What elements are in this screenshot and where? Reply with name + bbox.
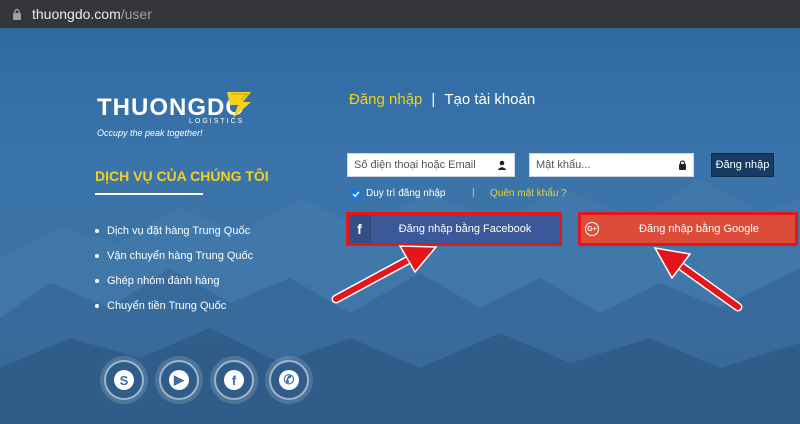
remember-forgot-divider: | xyxy=(472,187,475,198)
service-label: Dịch vụ đặt hàng Trung Quốc xyxy=(107,224,251,237)
brand-logo[interactable]: THUONGDO LOGISTICS Occupy the peak toget… xyxy=(97,88,267,138)
lock-icon xyxy=(678,159,687,171)
brand-tagline: Occupy the peak together! xyxy=(97,128,203,138)
service-label: Ghép nhóm đánh hàng xyxy=(107,274,220,287)
youtube-icon[interactable]: ▶ xyxy=(159,360,199,400)
url-path: /user xyxy=(120,6,152,22)
bullet-icon xyxy=(95,253,99,258)
bullet-icon xyxy=(95,278,99,283)
services-divider xyxy=(95,193,203,195)
remember-me[interactable]: Duy trì đăng nhập xyxy=(351,188,446,199)
service-item[interactable]: Dịch vụ đặt hàng Trung Quốc xyxy=(95,218,253,243)
password-input[interactable] xyxy=(536,159,678,171)
social-links: S ▶ f ✆ xyxy=(104,360,324,400)
lock-icon[interactable] xyxy=(10,7,24,21)
bullet-icon xyxy=(95,303,99,308)
user-icon xyxy=(496,159,508,171)
facebook-icon[interactable]: f xyxy=(214,360,254,400)
service-item[interactable]: Vận chuyển hàng Trung Quốc xyxy=(95,243,253,268)
brand-mark-icon xyxy=(227,92,251,118)
browser-address-bar[interactable]: thuongdo.com/user xyxy=(0,0,800,28)
services-title: DỊCH VỤ CỦA CHÚNG TÔI xyxy=(95,168,269,184)
password-field[interactable] xyxy=(529,153,694,177)
whatsapp-icon[interactable]: ✆ xyxy=(269,360,309,400)
facebook-icon: f xyxy=(349,215,371,243)
remember-checkbox[interactable] xyxy=(351,188,361,199)
phone-email-input[interactable] xyxy=(354,159,496,171)
service-item[interactable]: Chuyển tiền Trung Quốc xyxy=(95,293,253,318)
skype-icon[interactable]: S xyxy=(104,360,144,400)
service-label: Vận chuyển hàng Trung Quốc xyxy=(107,249,254,262)
google-login-button[interactable]: G+ Đăng nhập bằng Google xyxy=(578,212,798,246)
service-item[interactable]: Ghép nhóm đánh hàng xyxy=(95,268,253,293)
auth-tabs: Đăng nhập | Tạo tài khoản xyxy=(349,91,535,108)
tab-login[interactable]: Đăng nhập xyxy=(349,91,422,108)
google-plus-icon: G+ xyxy=(581,215,603,243)
google-login-label: Đăng nhập bằng Google xyxy=(639,223,759,235)
tab-separator: | xyxy=(431,91,436,108)
facebook-login-button[interactable]: f Đăng nhập bằng Facebook xyxy=(346,212,562,246)
tab-register[interactable]: Tạo tài khoản xyxy=(444,91,535,108)
url-text[interactable]: thuongdo.com/user xyxy=(32,6,152,22)
login-button[interactable]: Đăng nhập xyxy=(711,153,774,177)
services-list: Dịch vụ đặt hàng Trung Quốc Vận chuyển h… xyxy=(95,218,253,318)
forgot-password-link[interactable]: Quên mật khẩu ? xyxy=(490,188,567,199)
service-label: Chuyển tiền Trung Quốc xyxy=(107,299,227,312)
bullet-icon xyxy=(95,228,99,233)
facebook-login-label: Đăng nhập bằng Facebook xyxy=(398,223,532,235)
phone-email-field[interactable] xyxy=(347,153,515,177)
url-host: thuongdo.com xyxy=(32,6,121,22)
remember-label: Duy trì đăng nhập xyxy=(366,188,446,199)
